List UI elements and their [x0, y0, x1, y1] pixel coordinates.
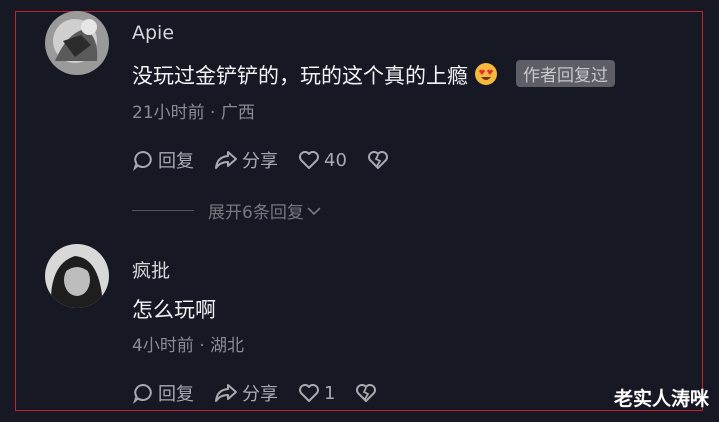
heart-icon — [299, 151, 319, 169]
username[interactable]: 疯批 — [132, 256, 170, 283]
meta-separator: · — [199, 336, 205, 356]
author-replied-badge: 作者回复过 — [516, 60, 615, 87]
avatar[interactable] — [45, 11, 109, 75]
reply-label: 回复 — [158, 384, 194, 405]
broken-heart-icon — [356, 384, 377, 402]
reply-button[interactable]: 回复 — [132, 147, 194, 173]
dislike-button[interactable] — [355, 383, 381, 403]
heart-eyes-emoji-icon — [474, 62, 498, 86]
share-button[interactable]: 分享 — [214, 147, 278, 173]
share-arrow-icon — [215, 384, 237, 402]
comment-time: 4小时前 — [132, 336, 194, 356]
comment-actions: 回复 分享 1 — [132, 380, 401, 406]
reply-bubble-icon — [132, 383, 152, 404]
share-arrow-icon — [215, 151, 237, 169]
comment-time: 21小时前 — [132, 103, 205, 123]
comment-actions: 回复 分享 40 — [132, 147, 413, 173]
username[interactable]: Apie — [132, 22, 174, 44]
share-label: 分享 — [242, 384, 278, 405]
expand-replies-label: 展开6条回复 — [208, 203, 304, 223]
comment-meta: 4小时前 · 湖北 — [132, 331, 244, 356]
like-count: 40 — [324, 149, 347, 171]
watermark: 老实人涛咪 — [613, 388, 709, 410]
divider-line — [132, 210, 194, 211]
avatar[interactable] — [45, 244, 109, 308]
broken-heart-icon — [367, 151, 388, 169]
like-count: 1 — [324, 382, 336, 404]
comment-text: 没玩过金铲铲的，玩的这个真的上瘾 作者回复过 — [132, 60, 615, 90]
expand-replies-button[interactable]: 展开6条回复 — [132, 198, 322, 223]
like-button[interactable]: 1 — [298, 383, 335, 404]
reply-button[interactable]: 回复 — [132, 380, 194, 406]
share-button[interactable]: 分享 — [214, 380, 278, 406]
comment-text-body: 没玩过金铲铲的，玩的这个真的上瘾 — [132, 64, 468, 88]
comment-location: 湖北 — [210, 336, 245, 356]
like-button[interactable]: 40 — [298, 150, 347, 171]
comment-meta: 21小时前 · 广西 — [132, 98, 255, 123]
comment-location: 广西 — [220, 103, 255, 123]
reply-bubble-icon — [132, 150, 152, 171]
heart-icon — [299, 384, 319, 402]
comment-text: 怎么玩啊 — [132, 298, 216, 322]
dislike-button[interactable] — [367, 150, 393, 170]
chevron-down-icon — [307, 206, 321, 215]
share-label: 分享 — [242, 151, 278, 172]
reply-label: 回复 — [158, 151, 194, 172]
meta-separator: · — [210, 103, 216, 123]
